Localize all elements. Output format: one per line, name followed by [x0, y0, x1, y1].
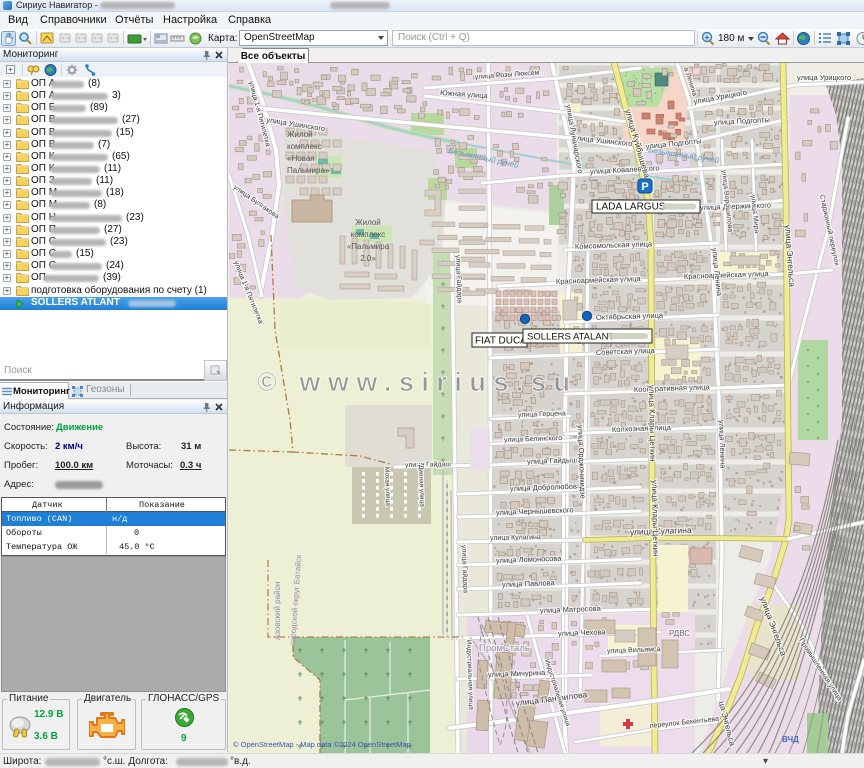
- svg-text:улица Кулагина: улица Кулагина: [490, 534, 541, 542]
- svg-text:улица Клары Цеткин: улица Клары Цеткин: [647, 385, 657, 462]
- svg-text:Дивная улица: Дивная улица: [417, 465, 425, 507]
- svg-text:комплекс: комплекс: [287, 142, 322, 151]
- svg-text:Жилой: Жилой: [355, 218, 381, 227]
- svg-text:улица Чехова: улица Чехова: [558, 627, 607, 638]
- svg-text:© www.sirius.su: © www.sirius.su: [257, 367, 577, 397]
- svg-text:улица Гайдара: улица Гайдара: [460, 545, 470, 594]
- svg-text:© OpenStreetMap - Map data ©20: © OpenStreetMap - Map data ©2024 OpenStr…: [233, 740, 411, 749]
- svg-text:P: P: [641, 181, 648, 193]
- svg-text:улица Ленина: улица Ленина: [717, 420, 728, 470]
- svg-text:РДВС: РДВС: [669, 629, 690, 638]
- svg-text:ВЧД: ВЧД: [782, 735, 799, 744]
- svg-text:улица Гайдара: улица Гайдара: [454, 255, 464, 304]
- svg-text:ПромСталь: ПромСталь: [479, 643, 530, 654]
- svg-text:улица Урицкого: улица Урицкого: [797, 73, 851, 82]
- svg-text:+: +: [705, 33, 710, 42]
- svg-text:SOLLERS ATALANT: SOLLERS ATALANT: [527, 332, 614, 343]
- svg-text:Азовский район: Азовский район: [273, 582, 282, 640]
- svg-text:«Новая: «Новая: [287, 154, 315, 163]
- svg-text:«Пальмира: «Пальмира: [347, 242, 390, 251]
- svg-text:Мохая улица: Мохая улица: [383, 467, 391, 507]
- svg-text:2.0»: 2.0»: [360, 254, 376, 263]
- svg-text:улица Гайдыш: улица Гайдыш: [527, 455, 578, 466]
- svg-text:Пальмира»: Пальмира»: [287, 166, 330, 175]
- svg-text:улица Клары Цеткин: улица Клары Цеткин: [650, 480, 660, 557]
- svg-text:LADA LARGUS: LADA LARGUS: [596, 202, 666, 213]
- svg-text:Жилой: Жилой: [287, 130, 313, 139]
- svg-text:комплекс: комплекс: [351, 230, 386, 239]
- svg-text:улица Павлова: улица Павлова: [502, 578, 556, 589]
- svg-text:улица Гайдаш: улица Гайдаш: [405, 460, 451, 469]
